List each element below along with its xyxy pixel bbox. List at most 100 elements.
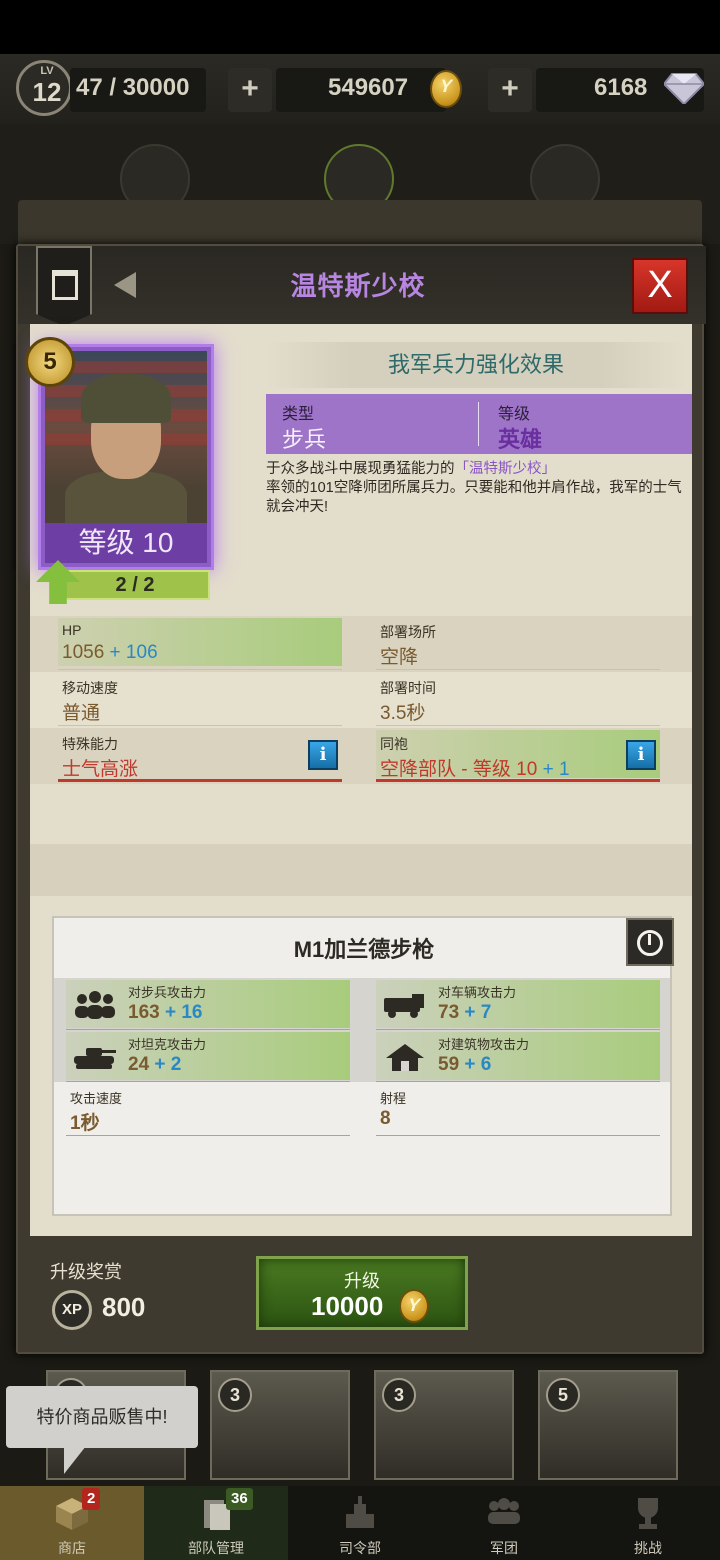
- attack-speed-label: 攻击速度: [70, 1091, 123, 1106]
- vehicle-attack-value: 73 + 7: [438, 1002, 492, 1023]
- nav-hq[interactable]: 司令部: [288, 1486, 432, 1560]
- deploy-place-label: 部署场所: [380, 624, 436, 640]
- desc-pre: 于众多战斗中展现勇猛能力的: [266, 461, 455, 477]
- hp-value: 1056 + 106: [62, 642, 158, 663]
- nav-challenge[interactable]: 挑战: [576, 1486, 720, 1560]
- desc-post: 率领的101空降师团所属兵力。只要能和他并肩作战，我军的士气就会冲天!: [266, 480, 682, 515]
- special-ability-label: 特殊能力: [62, 736, 118, 752]
- building-attack-label: 对建筑物攻击力: [438, 1037, 530, 1052]
- desc-hero-name: 「温特斯少校」: [454, 461, 557, 477]
- vehicle-attack-label: 对车辆攻击力: [438, 985, 517, 1000]
- sale-tooltip-tail: [64, 1446, 86, 1474]
- resource-bar: LV 12 47 / 30000 + 549607 + 6168: [0, 54, 720, 124]
- hp-label: HP: [62, 622, 82, 638]
- grade-label: 等级: [498, 406, 531, 423]
- level-badge[interactable]: LV 12: [16, 60, 72, 116]
- gold-amount: 549607: [328, 74, 409, 101]
- comrade-label: 同袍: [380, 736, 408, 752]
- comrade-info-button[interactable]: i: [626, 740, 656, 770]
- unit-card[interactable]: 5: [538, 1370, 678, 1480]
- building-attack-stat: 对建筑物攻击力 59 + 6: [376, 1032, 660, 1082]
- card-progress-bar: 2 / 2: [60, 570, 210, 600]
- building-icon: [386, 1044, 424, 1071]
- nav-troops-label: 部队管理: [188, 1540, 244, 1556]
- nav-shop[interactable]: 2 商店: [0, 1486, 144, 1560]
- status-bar: [0, 0, 720, 54]
- gold-coin-icon: [399, 1289, 429, 1323]
- nav-shop-label: 商店: [58, 1540, 86, 1556]
- stats-spacer: [30, 844, 692, 896]
- unit-card-rank: 5: [546, 1378, 580, 1412]
- upgrade-button-label: 升级: [344, 1271, 380, 1291]
- tank-icon: [74, 1048, 116, 1069]
- unit-card[interactable]: 3: [374, 1370, 514, 1480]
- level-label: LV: [40, 65, 54, 77]
- bonus-title: 我军兵力强化效果: [266, 342, 686, 388]
- comrade-value: 空降部队 - 等级 10 + 1: [380, 759, 570, 780]
- close-button[interactable]: X: [632, 258, 688, 314]
- add-gems-button[interactable]: +: [488, 68, 532, 112]
- hero-rank-badge: 5: [25, 337, 75, 387]
- hero-info-panel: 5 等级 10 2 / 2 我军兵力强化效果 类型 步兵 等级 英雄 于众多战斗…: [25, 324, 692, 1236]
- stats-spacer: [30, 784, 692, 844]
- special-ability-info-button[interactable]: i: [308, 740, 338, 770]
- deploy-place-stat: 部署场所 空降: [376, 618, 660, 670]
- bookmark-button[interactable]: [36, 246, 92, 326]
- unit-card-rank: 3: [218, 1378, 252, 1412]
- sale-tooltip[interactable]: 特价商品贩售中!: [6, 1386, 198, 1448]
- vehicle-attack-stat: 对车辆攻击力 73 + 7: [376, 980, 660, 1030]
- type-grade-box: 类型 步兵 等级 英雄: [266, 394, 692, 454]
- troops-badge: 36: [226, 1488, 253, 1510]
- add-gold-button[interactable]: +: [228, 68, 272, 112]
- unit-card[interactable]: 3: [210, 1370, 350, 1480]
- grade-value: 英雄: [498, 427, 543, 452]
- range-stat: 射程 8: [376, 1086, 660, 1136]
- timer-button[interactable]: [626, 918, 674, 966]
- headquarters-icon: [346, 1496, 374, 1528]
- hero-card[interactable]: 5 等级 10: [25, 337, 214, 570]
- hero-description: 于众多战斗中展现勇猛能力的「温特斯少校」率领的101空降师团所属兵力。只要能和他…: [266, 460, 696, 517]
- trophy-icon: [638, 1498, 658, 1529]
- bookmark-icon: [52, 270, 78, 300]
- building-attack-value: 59 + 6: [438, 1054, 492, 1075]
- deploy-time-stat: 部署时间 3.5秒: [376, 674, 660, 726]
- vehicle-icon: [384, 994, 424, 1018]
- nav-legion[interactable]: 军团: [432, 1486, 576, 1560]
- attack-speed-value: 1秒: [70, 1113, 100, 1134]
- weapon-name: M1加兰德步枪: [293, 937, 435, 962]
- nav-troops[interactable]: 36 部队管理: [144, 1486, 288, 1560]
- type-value: 步兵: [282, 427, 327, 452]
- deploy-time-value: 3.5秒: [380, 703, 426, 724]
- move-speed-label: 移动速度: [62, 680, 118, 696]
- weapon-card: M1加兰德步枪 对步兵攻击力 163 + 16 对车辆攻击力 73 + 7 对坦…: [52, 916, 674, 1216]
- upgrade-cost: 10000: [311, 1291, 384, 1321]
- deploy-time-label: 部署时间: [380, 680, 436, 696]
- type-label: 类型: [282, 406, 315, 423]
- xp-text: 47 / 30000: [76, 74, 190, 101]
- bottom-nav: 2 商店 36 部队管理 司令部 军团 挑战: [0, 1486, 720, 1560]
- infantry-attack-stat: 对步兵攻击力 163 + 16: [66, 980, 350, 1030]
- hp-stat: HP 1056 + 106: [58, 618, 342, 670]
- hero-level-label: 等级 10: [45, 523, 207, 563]
- hero-name-title: 温特斯少校: [290, 271, 426, 301]
- tank-attack-stat: 对坦克攻击力 24 + 2: [66, 1032, 350, 1082]
- tank-attack-value: 24 + 2: [128, 1054, 182, 1075]
- level-value: 12: [32, 77, 62, 107]
- upgrade-button[interactable]: 升级 10000: [256, 1256, 468, 1330]
- unit-card-rank: 3: [382, 1378, 416, 1412]
- infantry-icon: [75, 991, 115, 1019]
- nav-challenge-label: 挑战: [634, 1540, 662, 1556]
- attack-speed-stat: 攻击速度 1秒: [66, 1086, 350, 1136]
- upgrade-reward-label: 升级奖赏: [50, 1262, 122, 1282]
- xp-badge-icon: XP: [52, 1290, 92, 1330]
- range-label: 射程: [380, 1091, 407, 1106]
- special-ability-stat: 特殊能力 士气高涨 i: [58, 730, 342, 782]
- card-progress-text: 2 / 2: [115, 574, 155, 596]
- gold-coin-icon: [430, 70, 462, 108]
- comrade-stat: 同袍 空降部队 - 等级 10 + 1 i: [376, 730, 660, 782]
- infantry-attack-value: 163 + 16: [128, 1002, 203, 1023]
- legion-icon: [488, 1498, 520, 1524]
- previous-arrow-icon[interactable]: [114, 272, 136, 298]
- nav-hq-label: 司令部: [339, 1540, 381, 1556]
- diamond-icon: [664, 73, 704, 104]
